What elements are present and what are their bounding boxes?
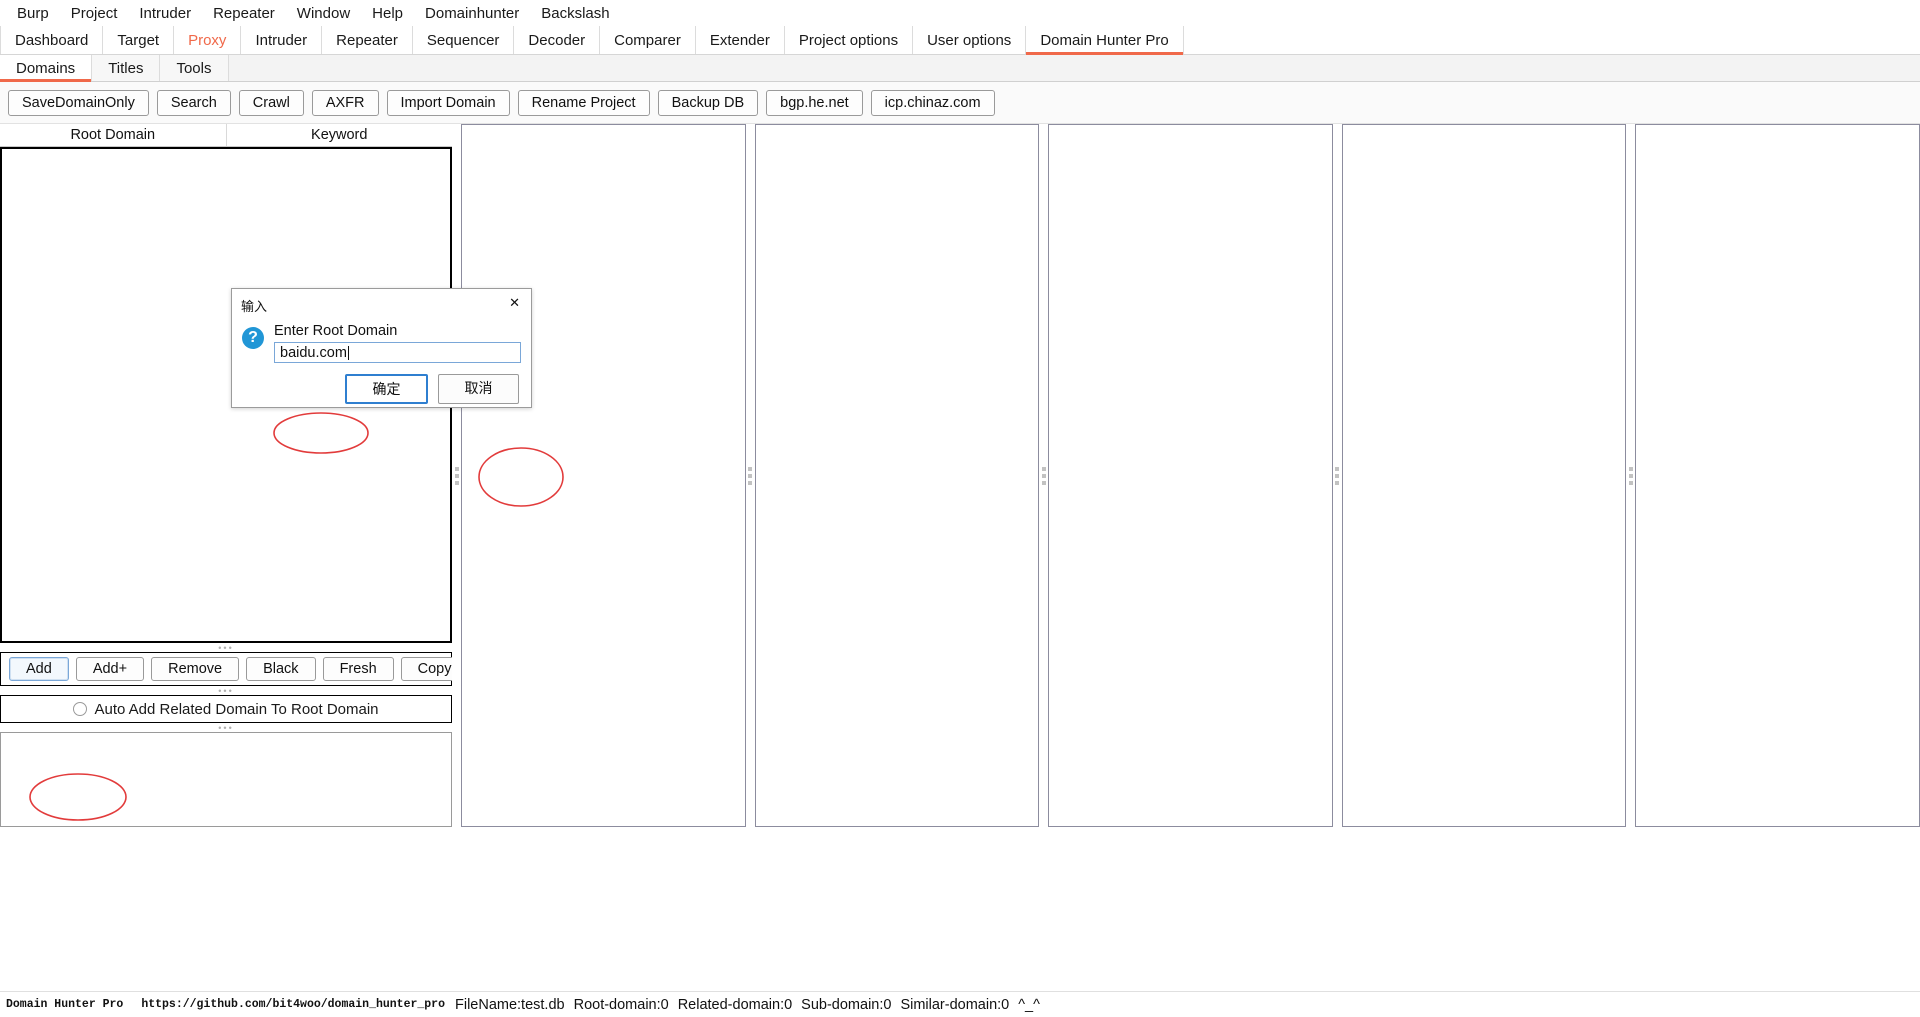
vertical-splitter-5[interactable] [1626,124,1636,827]
tab-target[interactable]: Target [103,26,175,54]
crawl-button[interactable]: Crawl [238,90,304,116]
menu-item-help[interactable]: Help [361,2,414,25]
right-panel-5[interactable] [1635,124,1920,827]
auto-add-radio-icon[interactable] [73,702,88,716]
tab-sequencer[interactable]: Sequencer [412,26,515,54]
vertical-splitter-1[interactable] [452,124,461,827]
menu-item-domainhunter[interactable]: Domainhunter [414,2,530,25]
tab-project-options[interactable]: Project options [784,26,914,54]
tab-dashboard[interactable]: Dashboard [0,26,104,54]
splitter-dots-icon [1041,466,1046,485]
tab-decoder[interactable]: Decoder [514,26,601,54]
vertical-splitter-2[interactable] [745,124,755,827]
tab-comparer[interactable]: Comparer [600,26,696,54]
add-plus-button[interactable]: Add+ [75,657,145,681]
menu-item-intruder[interactable]: Intruder [128,2,202,25]
column-header-root-domain[interactable]: Root Domain [0,124,226,146]
menu-item-window[interactable]: Window [286,2,361,25]
auto-add-related-domain-row[interactable]: Auto Add Related Domain To Root Domain [0,695,452,723]
burp-main-tabs: Dashboard Target Proxy Intruder Repeater… [0,26,1920,55]
horizontal-splitter-1[interactable]: ••• [0,643,452,652]
axfr-button[interactable]: AXFR [311,90,379,116]
auto-add-label: Auto Add Related Domain To Root Domain [94,700,379,718]
rename-project-button[interactable]: Rename Project [517,90,650,116]
dialog-fields: Enter Root Domain baidu.com [274,323,521,363]
add-button[interactable]: Add [9,657,69,681]
dialog-title-bar: 输入 ✕ [232,289,531,315]
splitter-dots-icon: ••• [218,722,234,733]
dialog-body: ? Enter Root Domain baidu.com [232,315,531,363]
splitter-dots-icon: ••• [218,685,234,696]
subtab-domains[interactable]: Domains [0,55,93,82]
right-panel-1[interactable] [461,124,746,827]
domain-toolbar: SaveDomainOnly Search Crawl AXFR Import … [0,82,1920,124]
domain-table-header: Root Domain Keyword [0,124,452,147]
menu-item-backslash[interactable]: Backslash [530,2,620,25]
menu-item-burp[interactable]: Burp [6,2,60,25]
menu-bar: Burp Project Intruder Repeater Window He… [0,0,1920,26]
black-button[interactable]: Black [246,657,316,681]
splitter-dots-icon [748,466,753,485]
enter-root-domain-dialog: 输入 ✕ ? Enter Root Domain baidu.com 确定 取消 [231,288,532,408]
vertical-splitter-4[interactable] [1332,124,1342,827]
subtab-tools[interactable]: Tools [160,55,229,81]
bottom-detail-panel[interactable] [0,732,452,827]
save-domain-only-button[interactable]: SaveDomainOnly [8,90,149,116]
dialog-title-text: 输入 [241,300,268,315]
column-header-keyword[interactable]: Keyword [225,124,453,146]
root-domain-input-value: baidu.com [280,344,347,361]
menu-item-project[interactable]: Project [60,2,129,25]
tab-extender[interactable]: Extender [695,26,785,54]
status-bar: Domain Hunter Pro https://github.com/bit… [0,991,1920,1017]
dialog-prompt-label: Enter Root Domain [274,323,398,339]
horizontal-splitter-3[interactable]: ••• [0,723,452,732]
dialog-ok-button[interactable]: 确定 [345,374,428,404]
subtab-titles[interactable]: Titles [92,55,161,81]
status-filename: FileName:test.db [454,996,565,1013]
root-domain-input[interactable]: baidu.com [274,342,521,363]
workspace: Root Domain Keyword ••• Add Add+ Remove … [0,124,1920,827]
text-caret [347,345,349,360]
tab-proxy[interactable]: Proxy [174,26,242,54]
right-panel-2[interactable] [754,124,1040,827]
horizontal-splitter-2[interactable]: ••• [0,686,452,695]
right-panel-3[interactable] [1048,124,1333,827]
search-button[interactable]: Search [156,90,231,116]
domain-hunter-sub-tabs: Domains Titles Tools [0,55,1920,82]
status-related-domain-count: Related-domain:0 [677,996,793,1013]
tab-domain-hunter-pro[interactable]: Domain Hunter Pro [1026,26,1184,55]
dialog-cancel-button[interactable]: 取消 [438,374,519,404]
close-icon[interactable]: ✕ [506,296,523,311]
right-panel-4[interactable] [1341,124,1627,827]
splitter-dots-icon [1628,466,1633,485]
tab-user-options[interactable]: User options [913,26,1027,54]
splitter-dots-icon [454,466,459,485]
question-mark-icon: ? [242,327,264,349]
remove-button[interactable]: Remove [151,657,240,681]
status-root-domain-count: Root-domain:0 [573,996,669,1013]
status-app-name: Domain Hunter Pro [6,998,124,1011]
backup-db-button[interactable]: Backup DB [657,90,759,116]
tab-repeater[interactable]: Repeater [322,26,413,54]
left-column: Root Domain Keyword ••• Add Add+ Remove … [0,124,469,827]
status-similar-domain-count: Similar-domain:0 [900,996,1010,1013]
bgp-he-net-button[interactable]: bgp.he.net [766,90,863,116]
icp-chinaz-com-button[interactable]: icp.chinaz.com [870,90,995,116]
menu-item-repeater[interactable]: Repeater [202,2,286,25]
status-sub-domain-count: Sub-domain:0 [801,996,892,1013]
dialog-button-row: 确定 取消 [232,363,531,404]
status-github-url[interactable]: https://github.com/bit4woo/domain_hunter… [141,998,445,1011]
splitter-dots-icon: ••• [218,642,234,653]
action-button-row: Add Add+ Remove Black Fresh Copy [0,652,469,686]
fresh-button[interactable]: Fresh [322,657,394,681]
tab-intruder[interactable]: Intruder [241,26,323,54]
vertical-splitter-3[interactable] [1039,124,1049,827]
status-face-emoticon: ^_^ [1018,996,1040,1013]
splitter-dots-icon [1335,466,1340,485]
import-domain-button[interactable]: Import Domain [386,90,510,116]
